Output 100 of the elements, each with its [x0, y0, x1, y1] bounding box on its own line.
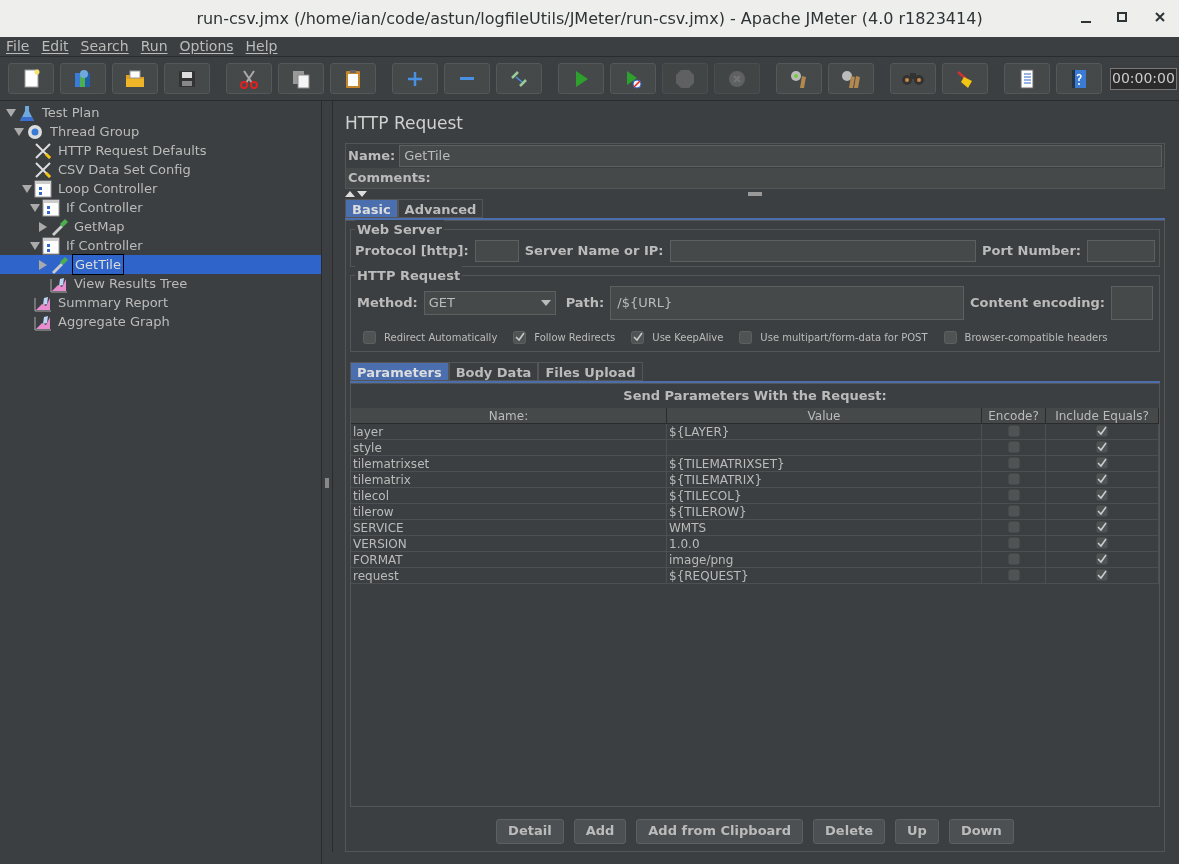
tree-item[interactable]: If Controller [64, 197, 145, 218]
tree-item[interactable]: GetMap [72, 216, 127, 237]
tree-item[interactable]: HTTP Request Defaults [56, 140, 209, 161]
tab[interactable]: Parameters [350, 361, 449, 381]
toolbar-button[interactable] [278, 63, 324, 94]
expand-arrow-icon[interactable] [38, 221, 48, 232]
field-label: Server Name or IP: [524, 241, 664, 260]
checkbox-icon[interactable] [1007, 425, 1020, 437]
checked-checkbox-icon[interactable] [631, 330, 645, 344]
field-label: Method: [357, 293, 418, 312]
collapse-arrow-icon[interactable] [6, 107, 16, 118]
table-cell: WMTS [667, 519, 982, 536]
tree-item[interactable]: If Controller [64, 235, 145, 256]
tree-item[interactable]: Loop Controller [56, 178, 160, 199]
field-label: Content encoding: [970, 293, 1105, 312]
menu-item[interactable]: Search [80, 36, 129, 57]
splitter-grip-icon [748, 191, 762, 196]
checkbox-icon[interactable] [943, 330, 957, 344]
tree-item[interactable]: GetTile [72, 253, 124, 276]
name-field[interactable]: GetTile [399, 144, 1162, 167]
field-label: Path: [565, 293, 605, 312]
menu-item[interactable]: Edit [41, 36, 69, 57]
table-cell: ${REQUEST} [667, 567, 982, 584]
encoding-field[interactable] [1111, 285, 1153, 320]
method-dropdown[interactable]: GET [423, 290, 556, 315]
folder-icon [124, 67, 146, 90]
tab[interactable]: Advanced [397, 198, 484, 218]
menu-item[interactable]: File [6, 36, 30, 57]
action-button[interactable]: Down [948, 818, 1014, 844]
maximize-icon [1115, 10, 1129, 24]
close-icon [1153, 10, 1167, 24]
collapse-arrow-icon[interactable] [22, 183, 32, 194]
wrench-screwdriver-icon [34, 141, 52, 160]
tree-item[interactable]: Test Plan [40, 102, 102, 123]
table-cell: ${TILECOL} [667, 487, 982, 504]
action-button[interactable]: Delete [813, 818, 885, 844]
tree-item[interactable]: CSV Data Set Config [56, 159, 193, 180]
action-button[interactable]: Add from Clipboard [636, 818, 804, 844]
checkbox-label[interactable]: Use multipart/form-data for POST [760, 329, 928, 345]
action-button[interactable]: Add [573, 818, 627, 844]
checkbox-label[interactable]: Use KeepAlive [652, 329, 724, 345]
table-cell: tilecol [351, 487, 667, 504]
collapse-arrow-icon[interactable] [30, 202, 40, 213]
tab[interactable]: Body Data [448, 361, 539, 381]
tree-item[interactable]: Thread Group [48, 121, 142, 142]
toolbar-button[interactable] [1004, 63, 1050, 94]
menu-item[interactable]: Run [140, 36, 168, 57]
table-cell: ${TILEMATRIXSET} [667, 455, 982, 472]
toolbar-button[interactable] [776, 63, 822, 94]
checked-checkbox-icon[interactable] [513, 330, 527, 344]
tree-item[interactable]: Aggregate Graph [56, 311, 172, 332]
menu-item[interactable]: Help [245, 36, 278, 57]
tab[interactable]: Files Upload [538, 361, 643, 381]
toolbar-button[interactable] [164, 63, 210, 94]
field-label: Protocol [http]: [355, 241, 469, 260]
action-button[interactable]: Up [895, 818, 939, 844]
checkbox-icon[interactable] [739, 330, 753, 344]
dropdown-value: GET [428, 293, 455, 312]
table-cell: tilerow [351, 503, 667, 520]
checkbox-label[interactable]: Browser-compatible headers [964, 329, 1108, 345]
protocol-field[interactable] [474, 239, 519, 262]
toolbar-button[interactable] [112, 63, 158, 94]
column-header[interactable]: Value [667, 407, 982, 424]
collapse-arrows-icon [345, 189, 369, 198]
checkbox-label[interactable]: Follow Redirects [534, 329, 616, 345]
checkbox-label[interactable]: Redirect Automatically [384, 329, 498, 345]
toolbar-button[interactable] [496, 63, 542, 94]
collapse-arrow-icon[interactable] [14, 126, 24, 137]
toolbar-button[interactable] [8, 63, 54, 94]
column-header[interactable]: Name: [351, 407, 667, 424]
table-cell: tilematrix [351, 471, 667, 488]
menu-item[interactable]: Options [179, 36, 234, 57]
tree-item[interactable]: Summary Report [56, 292, 171, 313]
checkbox-icon[interactable] [363, 330, 376, 344]
splitter-grip-icon [325, 477, 329, 488]
panel-title: HTTP Request [345, 112, 464, 135]
server-field[interactable] [669, 239, 976, 262]
table-cell: FORMAT [351, 551, 667, 568]
tree-item[interactable]: View Results Tree [72, 273, 190, 294]
port-field[interactable] [1087, 239, 1155, 262]
table-cell: SERVICE [351, 519, 667, 536]
pipette-icon [50, 217, 68, 236]
field-label: Port Number: [981, 241, 1081, 260]
field-label: Comments: [346, 167, 1164, 188]
wrench-screwdriver-icon [34, 160, 52, 179]
window-title: run-csv.jmx (/home/ian/code/astun/logfileUtils/JMeter/run-csv.jmx) - Apache JMeter (4.0 r1823414) [196, 7, 983, 30]
path-field[interactable]: /${URL} [610, 285, 964, 320]
collapse-arrow-icon[interactable] [30, 240, 40, 251]
toolbar-button[interactable] [330, 63, 376, 94]
action-button[interactable]: Detail [496, 818, 564, 844]
table-cell: layer [351, 423, 667, 440]
gear-icon [26, 122, 44, 141]
toolbar-button[interactable] [828, 63, 874, 94]
table-cell: tilematrixset [351, 455, 667, 472]
tab[interactable]: Basic [345, 198, 398, 218]
table-cell: ${TILEMATRIX} [667, 471, 982, 488]
column-header[interactable]: Include Equals? [1046, 407, 1159, 424]
window-icon [34, 179, 52, 198]
toolbar-button[interactable] [942, 63, 988, 94]
column-header[interactable]: Encode? [982, 407, 1046, 424]
